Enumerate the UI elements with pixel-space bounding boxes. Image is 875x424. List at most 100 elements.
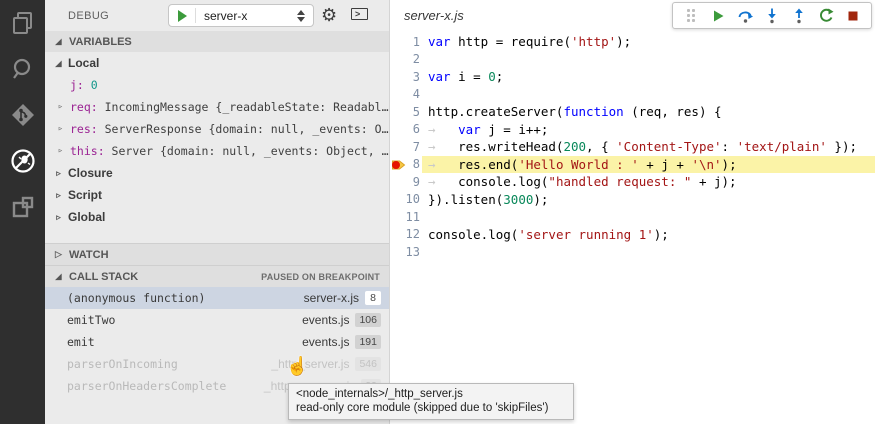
line-number: 6	[390, 122, 420, 136]
code-text[interactable]: → var j = i++;	[422, 121, 875, 139]
chevron-collapsed-icon: ▹	[54, 212, 63, 223]
gutter[interactable]: 5	[390, 103, 422, 121]
variable-row[interactable]: ▹req: IncomingMessage {_readableState: R…	[45, 96, 389, 118]
breakpoint-paused-icon[interactable]	[391, 159, 406, 171]
gutter[interactable]: 13	[390, 243, 422, 261]
debug-toolbar	[672, 2, 872, 29]
spacer	[45, 228, 389, 243]
configure-gear-icon[interactable]: ⚙	[321, 3, 337, 27]
line-number: 13	[390, 245, 420, 259]
callstack-frame[interactable]: emitevents.js191	[45, 331, 389, 353]
line-number: 7	[390, 140, 420, 154]
code-line[interactable]: 8→ res.end('Hello World : ' + j + '\n');	[390, 156, 875, 174]
line-number: 1	[390, 35, 420, 49]
scope-row-script[interactable]: ▹Script	[45, 184, 389, 206]
gutter[interactable]: 10	[390, 191, 422, 209]
step-over-button[interactable]	[736, 7, 754, 25]
restart-button[interactable]	[817, 7, 835, 25]
scope-row-closure[interactable]: ▹Closure	[45, 162, 389, 184]
start-debug-icon[interactable]	[178, 10, 187, 22]
code-line[interactable]: 13	[390, 243, 875, 261]
code-line[interactable]: 7→ res.writeHead(200, { 'Content-Type': …	[390, 138, 875, 156]
search-icon[interactable]	[0, 46, 45, 92]
editor-pane[interactable]: server-x.js 1var http = require('http');…	[390, 0, 875, 424]
gutter[interactable]: 4	[390, 86, 422, 104]
gutter[interactable]: 3	[390, 68, 422, 86]
variable-row[interactable]: j: 0	[45, 74, 389, 96]
debug-console-icon[interactable]: >	[351, 8, 368, 20]
code-area[interactable]: 1var http = require('http');2 3var i = 0;…	[390, 33, 875, 261]
code-line[interactable]: 10}).listen(3000);	[390, 191, 875, 209]
code-text[interactable]	[422, 208, 875, 226]
line-number: 10	[390, 192, 420, 206]
variable-row[interactable]: ▹res: ServerResponse {domain: null, _eve…	[45, 118, 389, 140]
code-text[interactable]: var http = require('http');	[422, 33, 875, 51]
callstack-frame[interactable]: parserOnIncoming_http_server.js546	[45, 353, 389, 375]
activity-bar	[0, 0, 45, 424]
scope-row-global[interactable]: ▹Global	[45, 206, 389, 228]
source-control-icon[interactable]	[0, 92, 45, 138]
gutter[interactable]: 9	[390, 173, 422, 191]
code-text[interactable]: var i = 0;	[422, 68, 875, 86]
launch-config-dropdown[interactable]: server-x	[168, 4, 314, 27]
scope-row-local[interactable]: ◢Local	[45, 52, 389, 74]
gutter[interactable]: 2	[390, 51, 422, 69]
code-text[interactable]: → res.end('Hello World : ' + j + '\n');	[422, 156, 875, 174]
toolbar-drag-handle[interactable]	[682, 7, 700, 25]
code-line[interactable]: 4	[390, 86, 875, 104]
code-line[interactable]: 5http.createServer(function (req, res) {	[390, 103, 875, 121]
sidebar-header: DEBUG server-x ⚙ >	[45, 0, 389, 31]
stop-button[interactable]	[844, 7, 862, 25]
chevron-collapsed-icon: ▹	[56, 102, 65, 112]
divider	[195, 8, 196, 23]
code-line[interactable]: 11	[390, 208, 875, 226]
tooltip-path: <node_internals>/_http_server.js	[296, 387, 566, 401]
step-out-button[interactable]	[790, 7, 808, 25]
callstack-frame-list: (anonymous function)server-x.js8emitTwoe…	[45, 287, 389, 397]
code-text[interactable]	[422, 51, 875, 69]
code-text[interactable]: http.createServer(function (req, res) {	[422, 103, 875, 121]
step-into-button[interactable]	[763, 7, 781, 25]
gutter[interactable]: 8	[390, 156, 422, 174]
continue-button[interactable]	[709, 7, 727, 25]
line-number: 11	[390, 210, 420, 224]
code-line[interactable]: 2	[390, 51, 875, 69]
gutter[interactable]: 7	[390, 138, 422, 156]
variables-section-header[interactable]: ◢ VARIABLES	[45, 31, 389, 52]
callstack-frame[interactable]: emitTwoevents.js106	[45, 309, 389, 331]
code-line[interactable]: 1var http = require('http');	[390, 33, 875, 51]
debug-icon[interactable]	[0, 138, 45, 184]
code-line[interactable]: 3var i = 0;	[390, 68, 875, 86]
callstack-frame[interactable]: (anonymous function)server-x.js8	[45, 287, 389, 309]
debug-sidebar: DEBUG server-x ⚙ > ◢ VARIABLES ◢Localj: …	[45, 0, 390, 424]
code-line[interactable]: 12console.log('server running 1');	[390, 226, 875, 244]
code-text[interactable]: → console.log("handled request: " + j);	[422, 173, 875, 191]
code-line[interactable]: 9→ console.log("handled request: " + j);	[390, 173, 875, 191]
chevron-expanded-icon: ◢	[54, 37, 63, 46]
sidebar-title: DEBUG	[68, 10, 109, 22]
line-number: 2	[390, 52, 420, 66]
code-line[interactable]: 6→ var j = i++;	[390, 121, 875, 139]
line-number: 5	[390, 105, 420, 119]
extensions-icon[interactable]	[0, 184, 45, 230]
callstack-section-header[interactable]: ◢ CALL STACK PAUSED ON BREAKPOINT	[45, 265, 389, 287]
gutter[interactable]: 1	[390, 33, 422, 51]
code-text[interactable]: }).listen(3000);	[422, 191, 875, 209]
paused-status-badge: PAUSED ON BREAKPOINT	[261, 272, 380, 282]
skipfiles-tooltip: <node_internals>/_http_server.js read-on…	[288, 383, 574, 420]
gutter[interactable]: 6	[390, 121, 422, 139]
gutter[interactable]: 11	[390, 208, 422, 226]
explorer-icon[interactable]	[0, 0, 45, 46]
watch-section-header[interactable]: ▷ WATCH	[45, 243, 389, 265]
dropdown-spinner-icon[interactable]	[297, 10, 305, 22]
code-text[interactable]	[422, 86, 875, 104]
gutter[interactable]: 12	[390, 226, 422, 244]
chevron-collapsed-icon: ▹	[56, 146, 65, 156]
code-text[interactable]	[422, 243, 875, 261]
variable-row[interactable]: ▹this: Server {domain: null, _events: Ob…	[45, 140, 389, 162]
line-number: 3	[390, 70, 420, 84]
code-text[interactable]: → res.writeHead(200, { 'Content-Type': '…	[422, 138, 875, 156]
code-text[interactable]: console.log('server running 1');	[422, 226, 875, 244]
chevron-collapsed-icon: ▹	[54, 168, 63, 179]
mouse-cursor: ☝	[286, 356, 308, 377]
